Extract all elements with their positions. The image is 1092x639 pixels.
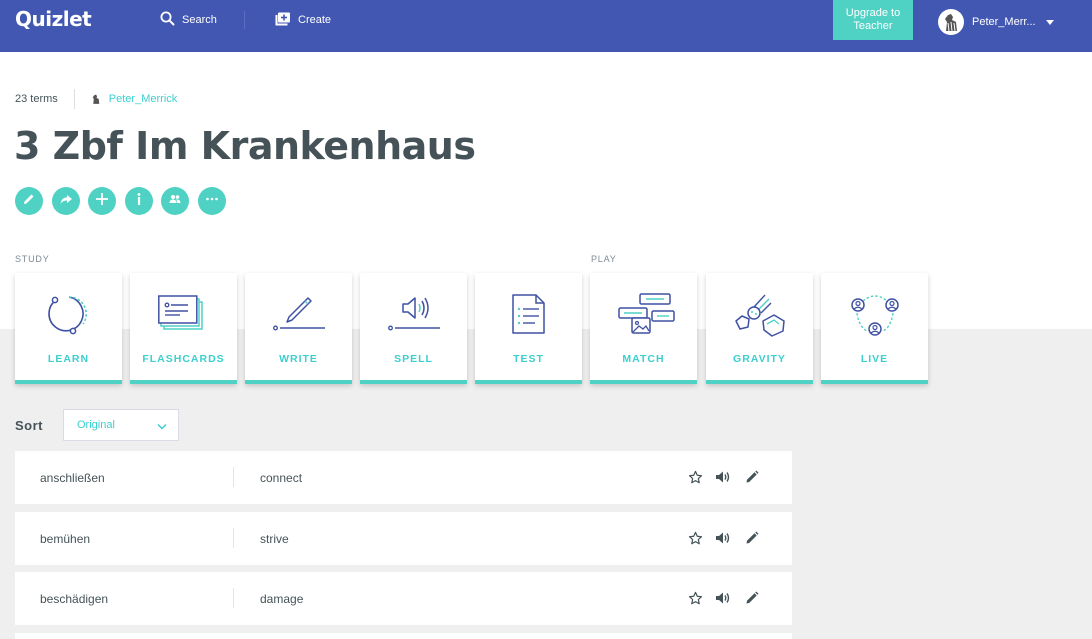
- share-icon: [59, 192, 73, 211]
- mode-label: TEST: [513, 353, 544, 365]
- term-definition: damage: [260, 592, 304, 606]
- term-divider: [233, 588, 234, 608]
- set-meta: 23 terms Peter_Merrick: [15, 89, 178, 109]
- upgrade-line-2: Teacher: [853, 20, 893, 32]
- user-menu[interactable]: Peter_Merr...: [938, 9, 1054, 35]
- write-icon: [273, 297, 325, 331]
- edit-icon[interactable]: [743, 529, 761, 547]
- meta-divider: [73, 89, 75, 109]
- play-section-label: PLAY: [591, 254, 617, 264]
- term-definition: connect: [260, 471, 303, 485]
- term-row: beschädigen damage: [15, 572, 792, 625]
- term-divider: [233, 528, 234, 548]
- mode-label: LIVE: [860, 353, 889, 365]
- term-definition: strive: [260, 532, 289, 546]
- create-label: Create: [298, 14, 332, 26]
- username: Peter_Merr...: [972, 16, 1036, 28]
- mode-label: FLASHCARDS: [142, 353, 225, 365]
- search-icon: [160, 11, 175, 29]
- term-word: anschließen: [40, 471, 105, 485]
- sort-select[interactable]: Original: [63, 409, 179, 441]
- audio-icon[interactable]: [714, 589, 732, 607]
- set-actions: [15, 187, 226, 215]
- author-avatar: [88, 92, 103, 106]
- live-icon: [851, 295, 899, 336]
- top-nav: Quizlet Search Create Upgrade to Teacher…: [0, 0, 1092, 52]
- info-icon: [132, 192, 146, 211]
- quizlet-logo[interactable]: Quizlet: [15, 7, 92, 31]
- class-icon: [168, 192, 182, 211]
- gravity-icon: [735, 294, 785, 337]
- mode-label: WRITE: [279, 353, 318, 365]
- create-button[interactable]: Create: [275, 10, 331, 30]
- add-to-class-button[interactable]: [161, 187, 189, 215]
- star-icon[interactable]: [686, 589, 704, 607]
- term-word: beschädigen: [40, 592, 109, 606]
- mode-flashcards[interactable]: FLASHCARDS: [130, 273, 237, 384]
- avatar: [938, 9, 964, 35]
- page-title: 3 Zbf Im Krankenhaus: [14, 124, 476, 168]
- term-row: anschließen connect: [15, 451, 792, 504]
- more-button[interactable]: [197, 187, 226, 215]
- edit-icon: [22, 192, 36, 211]
- edit-button[interactable]: [15, 187, 43, 215]
- mode-label: SPELL: [394, 353, 433, 365]
- mode-label: LEARN: [47, 353, 90, 365]
- search-button[interactable]: Search: [160, 10, 217, 30]
- mode-label: MATCH: [622, 353, 665, 365]
- sort-label: Sort: [15, 418, 43, 433]
- term-divider: [233, 467, 234, 487]
- flashcards-icon: [158, 295, 203, 330]
- chevron-down-icon: [157, 421, 167, 433]
- info-button[interactable]: [124, 187, 153, 215]
- sort-selected-value: Original: [77, 419, 115, 431]
- mode-label: GRAVITY: [733, 353, 786, 365]
- edit-icon[interactable]: [743, 468, 761, 486]
- mode-gravity[interactable]: GRAVITY: [706, 273, 813, 384]
- star-icon[interactable]: [686, 529, 704, 547]
- mode-spell[interactable]: SPELL: [360, 273, 467, 384]
- star-icon[interactable]: [686, 468, 704, 486]
- term-row: [15, 633, 792, 639]
- edit-icon[interactable]: [743, 589, 761, 607]
- learn-icon: [48, 296, 88, 335]
- mode-match[interactable]: MATCH: [590, 273, 697, 384]
- more-icon: [205, 192, 219, 211]
- author-name: Peter_Merrick: [108, 93, 178, 105]
- study-section-label: STUDY: [15, 254, 50, 264]
- mode-test[interactable]: TEST: [475, 273, 582, 384]
- audio-icon[interactable]: [714, 468, 732, 486]
- match-icon: [618, 293, 675, 334]
- add-icon: [95, 192, 109, 211]
- search-label: Search: [182, 14, 217, 26]
- author-link[interactable]: Peter_Merrick: [88, 92, 178, 106]
- term-row: bemühen strive: [15, 512, 792, 565]
- spell-icon: [388, 297, 440, 331]
- upgrade-to-teacher-button[interactable]: Upgrade to Teacher: [833, 0, 913, 40]
- add-button[interactable]: [88, 187, 116, 215]
- upgrade-line-1: Upgrade to: [845, 7, 901, 19]
- term-count: 23 terms: [15, 93, 58, 105]
- create-icon: [275, 12, 291, 29]
- nav-divider: [244, 11, 245, 29]
- test-icon: [512, 294, 545, 334]
- mode-live[interactable]: LIVE: [821, 273, 928, 384]
- chevron-down-icon: [1045, 19, 1054, 25]
- mode-learn[interactable]: LEARN: [15, 273, 122, 384]
- audio-icon[interactable]: [714, 529, 732, 547]
- share-button[interactable]: [51, 187, 80, 215]
- mode-write[interactable]: WRITE: [245, 273, 352, 384]
- term-word: bemühen: [40, 532, 91, 546]
